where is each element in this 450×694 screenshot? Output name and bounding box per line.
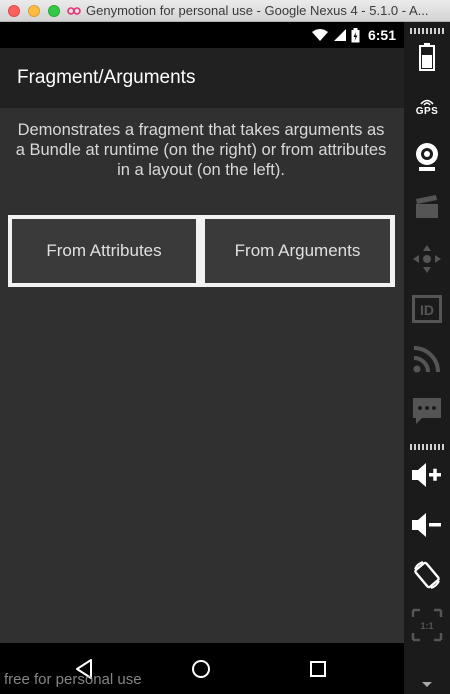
window-titlebar: Genymotion for personal use - Google Nex… [0, 0, 450, 22]
volume-down-icon [412, 513, 441, 537]
home-icon [192, 660, 210, 678]
fragment-from-attributes[interactable]: From Attributes [12, 219, 196, 283]
dpad-icon [413, 245, 441, 273]
action-bar: Fragment/Arguments [0, 48, 404, 108]
gps-label: GPS [415, 106, 439, 117]
gps-icon [420, 99, 434, 106]
zoom-window-button[interactable] [48, 5, 60, 17]
volume-up-button[interactable] [410, 458, 444, 492]
watermark-text: free for personal use [4, 671, 142, 688]
signal-icon [333, 29, 346, 41]
rss-icon [413, 346, 440, 373]
volume-up-icon [412, 463, 441, 487]
close-window-button[interactable] [8, 5, 20, 17]
minimize-window-button[interactable] [28, 5, 40, 17]
pixel-perfect-button[interactable]: 1:1 [410, 608, 444, 642]
recents-button[interactable] [305, 656, 331, 682]
description-text: Demonstrates a fragment that takes argum… [15, 121, 387, 179]
wifi-icon [311, 29, 328, 41]
recents-icon [310, 661, 326, 677]
battery-icon [419, 43, 435, 71]
page-title: Fragment/Arguments [17, 67, 196, 88]
fragments-container: From Attributes From Arguments [8, 215, 395, 287]
status-bar: 6:51 [0, 22, 404, 48]
sms-widget-button[interactable] [410, 394, 444, 428]
gps-widget-button[interactable]: GPS [410, 90, 444, 124]
volume-down-button[interactable] [410, 508, 444, 542]
sidebar-grip-middle [410, 444, 444, 450]
status-clock: 6:51 [367, 27, 396, 43]
webcam-widget-button[interactable] [410, 140, 444, 174]
navigation-bar: free for personal use [0, 643, 404, 694]
screencast-widget-button[interactable] [410, 190, 444, 224]
genymotion-sidebar: GPS ID 1:1 [404, 22, 450, 694]
sidebar-expand-arrow-icon[interactable] [422, 682, 432, 687]
device-screen: 6:51 Fragment/Arguments Demonstrates a f… [0, 22, 404, 694]
dpad-widget-button[interactable] [410, 242, 444, 276]
network-widget-button[interactable] [410, 342, 444, 376]
id-label: ID [420, 302, 434, 318]
pixel-perfect-icon: 1:1 [411, 608, 443, 642]
id-icon: ID [412, 295, 442, 323]
chat-icon [413, 398, 441, 424]
pixel-perfect-label: 1:1 [420, 621, 433, 631]
battery-widget-button[interactable] [410, 40, 444, 74]
genymotion-logo-icon [67, 7, 81, 15]
rotate-button[interactable] [410, 558, 444, 592]
sidebar-grip-top [410, 28, 444, 34]
battery-charging-icon [351, 27, 360, 42]
home-button[interactable] [188, 656, 214, 682]
rotate-icon [414, 561, 440, 589]
id-widget-button[interactable]: ID [410, 292, 444, 326]
clapperboard-icon [416, 195, 438, 218]
window-title: Genymotion for personal use - Google Nex… [86, 3, 429, 18]
webcam-icon [416, 143, 438, 171]
main-content: Demonstrates a fragment that takes argum… [0, 108, 404, 643]
fragment-from-arguments[interactable]: From Arguments [205, 219, 390, 283]
